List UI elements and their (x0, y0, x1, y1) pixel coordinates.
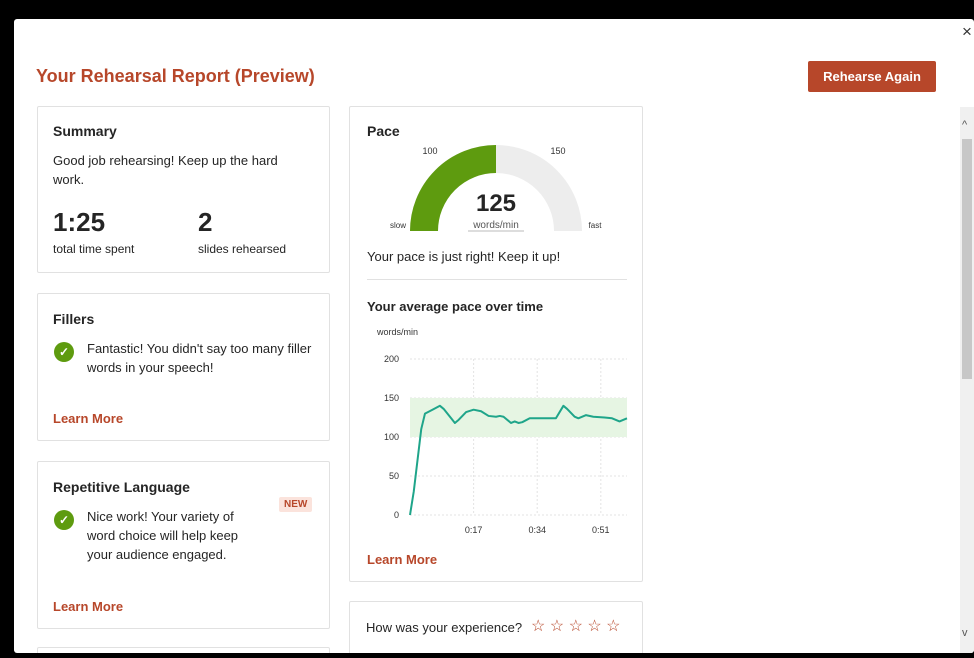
x-tick-label: 0:51 (592, 525, 610, 535)
pace-learn-more-link[interactable]: Learn More (367, 552, 437, 567)
divider (367, 279, 627, 280)
repetitive-message: Nice work! Your variety of word choice w… (87, 509, 239, 562)
time-spent-label: total time spent (53, 242, 135, 256)
checkmark-icon: ✓ (54, 342, 74, 362)
next-card (37, 647, 330, 653)
gauge-label-fast: fast (589, 221, 603, 230)
pace-chart-heading: Your average pace over time (367, 299, 544, 314)
pace-card: Pace 100 150 slow fast 125 words/min You… (349, 106, 643, 582)
checkmark-icon: ✓ (54, 510, 74, 530)
summary-card: Summary Good job rehearsing! Keep up the… (37, 106, 330, 273)
gauge-tick-low: 100 (422, 146, 437, 156)
chart-ylabel: words/min (376, 327, 418, 337)
gauge-unit: words/min (472, 220, 519, 231)
fillers-heading: Fillers (53, 311, 95, 327)
slides-rehearsed-label: slides rehearsed (198, 242, 287, 256)
gauge-tick-high: 150 (550, 146, 565, 156)
scroll-thumb[interactable] (962, 139, 972, 379)
pace-over-time-chart: words/min 0 50 100 150 200 0:17 0:34 0:51 (376, 327, 628, 535)
summary-message: Good job rehearsing! Keep up the hard wo… (53, 153, 278, 187)
y-tick-label: 0 (394, 510, 399, 520)
scrollbar[interactable]: ^ v (960, 107, 974, 653)
rehearse-again-button[interactable]: Rehearse Again (808, 61, 936, 92)
slides-rehearsed-value: 2 (198, 207, 213, 237)
time-spent-value: 1:25 (53, 207, 106, 237)
summary-heading: Summary (53, 123, 117, 139)
rehearsal-report-dialog: × Your Rehearsal Report (Preview) Rehear… (14, 19, 974, 653)
close-icon[interactable]: × (958, 23, 974, 41)
y-tick-label: 100 (384, 432, 399, 442)
pace-gauge: 100 150 slow fast 125 words/min (390, 145, 603, 232)
repetitive-heading: Repetitive Language (53, 479, 190, 495)
y-tick-label: 50 (389, 471, 399, 481)
scroll-down-icon[interactable]: v (962, 627, 968, 639)
scroll-up-icon[interactable]: ^ (962, 119, 967, 131)
y-tick-label: 150 (384, 393, 399, 403)
feedback-question: How was your experience? (366, 620, 523, 635)
fillers-card: Fillers ✓ Fantastic! You didn't say too … (37, 293, 330, 441)
gauge-value: 125 (476, 190, 516, 217)
gauge-label-slow: slow (390, 221, 406, 230)
y-tick-label: 200 (384, 354, 399, 364)
new-badge: NEW (279, 497, 313, 512)
pace-message: Your pace is just right! Keep it up! (367, 249, 561, 264)
x-tick-label: 0:17 (465, 525, 483, 535)
fillers-learn-more-link[interactable]: Learn More (53, 411, 123, 426)
repetitive-learn-more-link[interactable]: Learn More (53, 599, 123, 614)
star-rating[interactable]: ☆ ☆ ☆ ☆ ☆ (531, 616, 621, 636)
fillers-message: Fantastic! You didn't say too many fille… (87, 341, 312, 375)
page-title: Your Rehearsal Report (Preview) (36, 66, 315, 86)
repetitive-language-card: Repetitive Language NEW ✓ Nice work! You… (37, 461, 330, 629)
x-tick-label: 0:34 (528, 525, 546, 535)
feedback-card: How was your experience? ☆ ☆ ☆ ☆ ☆ (349, 601, 643, 653)
